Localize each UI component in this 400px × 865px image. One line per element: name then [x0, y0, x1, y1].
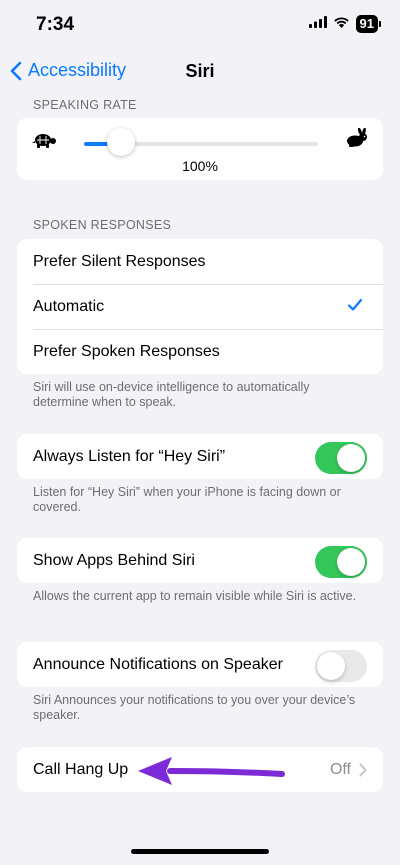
- announce-toggle[interactable]: [315, 650, 367, 682]
- chevron-right-icon: [359, 763, 367, 777]
- hey-siri-label: Always Listen for “Hey Siri”: [33, 447, 226, 465]
- call-hang-up-value: Off: [329, 761, 351, 778]
- battery-indicator: 91: [355, 15, 382, 33]
- status-icons: 91: [308, 15, 382, 33]
- page-title: Siri: [185, 61, 215, 81]
- toggle-knob: [317, 652, 345, 680]
- home-indicator[interactable]: [131, 849, 269, 854]
- option-label: Prefer Silent Responses: [33, 252, 206, 270]
- apps-behind-row: Show Apps Behind Siri: [17, 538, 383, 583]
- announce-footer: Siri Announces your notifications to you…: [33, 693, 356, 722]
- speaking-rate-header: SPEAKING RATE: [33, 98, 137, 112]
- hey-siri-footer: Listen for “Hey Siri” when your iPhone i…: [33, 485, 341, 514]
- checkmark-icon: [347, 298, 363, 311]
- toggle-knob: [337, 444, 365, 472]
- announce-row: Announce Notifications on Speaker: [17, 642, 383, 687]
- navigation-bar: Accessibility Siri: [0, 48, 400, 96]
- option-prefer-silent[interactable]: Prefer Silent Responses: [17, 239, 383, 284]
- annotation-arrow-icon: [138, 757, 285, 785]
- apps-behind-group: Show Apps Behind Siri: [17, 538, 383, 583]
- option-automatic[interactable]: Automatic: [17, 284, 383, 329]
- cellular-signal-icon: [308, 15, 327, 33]
- hey-siri-group: Always Listen for “Hey Siri”: [17, 434, 383, 479]
- option-prefer-spoken[interactable]: Prefer Spoken Responses: [17, 329, 383, 374]
- slider-thumb[interactable]: [107, 128, 136, 156]
- hey-siri-toggle[interactable]: [315, 442, 367, 474]
- option-label: Automatic: [33, 297, 105, 315]
- call-hang-up-label: Call Hang Up: [33, 760, 129, 778]
- spoken-responses-header: SPOKEN RESPONSES: [33, 218, 172, 232]
- apps-behind-footer: Allows the current app to remain visible…: [33, 589, 357, 603]
- call-hang-up-value-area: Off: [330, 761, 367, 779]
- status-time: 7:34: [36, 14, 75, 35]
- hey-siri-row: Always Listen for “Hey Siri”: [17, 434, 383, 479]
- speaking-rate-group: 100%: [17, 118, 383, 180]
- rabbit-icon: [345, 127, 369, 153]
- announce-label: Announce Notifications on Speaker: [33, 655, 283, 673]
- option-label: Prefer Spoken Responses: [33, 342, 220, 360]
- apps-behind-toggle[interactable]: [315, 546, 367, 578]
- wifi-icon: [333, 15, 350, 33]
- spoken-responses-group: Prefer Silent Responses Automatic Prefer…: [17, 239, 383, 374]
- speaking-rate-value: 100%: [182, 158, 218, 174]
- turtle-icon: [31, 131, 57, 154]
- spoken-responses-footer: Siri will use on-device intelligence to …: [33, 380, 310, 409]
- status-bar: 7:34 91: [0, 0, 400, 48]
- announce-group: Announce Notifications on Speaker: [17, 642, 383, 687]
- apps-behind-label: Show Apps Behind Siri: [33, 551, 195, 569]
- toggle-knob: [337, 548, 365, 576]
